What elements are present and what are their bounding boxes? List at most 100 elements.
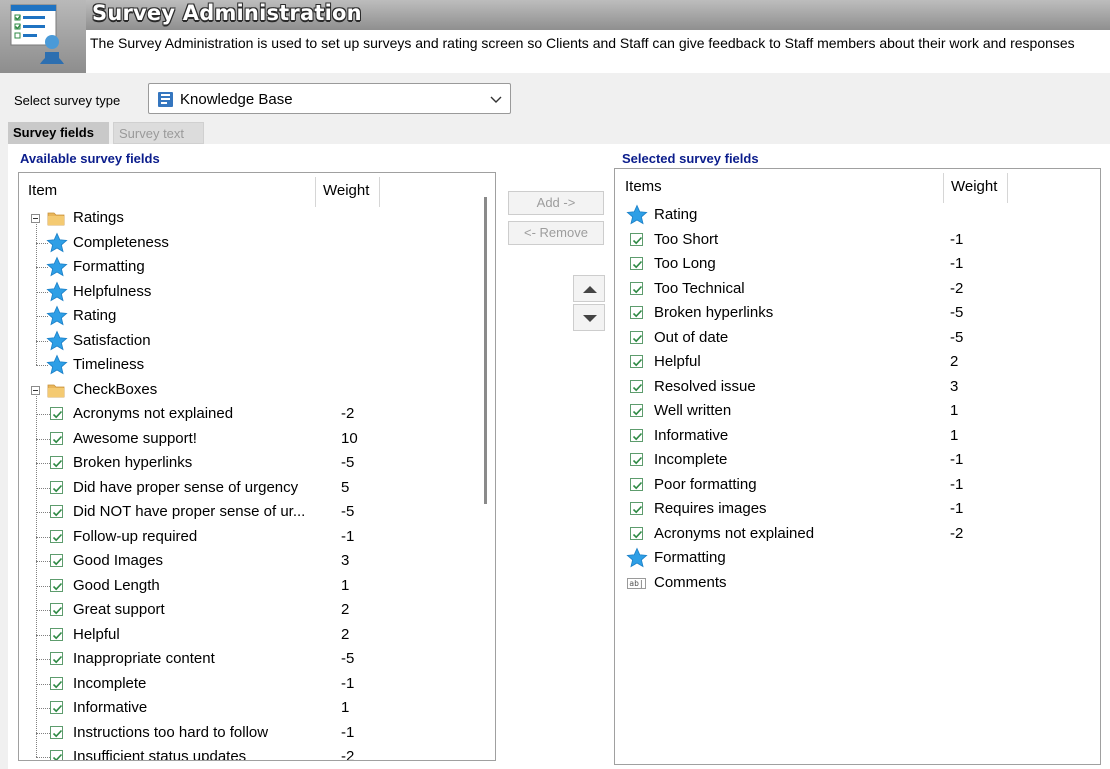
tree-item[interactable]: Awesome support! [73, 427, 197, 451]
checkbox-icon [50, 725, 63, 739]
tree-item[interactable]: Completeness [73, 231, 169, 255]
tab-survey-fields[interactable]: Survey fields [8, 122, 109, 144]
tree-item[interactable]: Did have proper sense of urgency [73, 476, 298, 500]
tree-item[interactable]: Good Images [73, 549, 163, 573]
tree-item[interactable]: Helpful [73, 623, 120, 647]
tree-item[interactable]: Informative [73, 696, 147, 720]
selected-item[interactable]: Broken hyperlinks [654, 301, 773, 325]
item-weight: 5 [341, 478, 350, 496]
checkbox-icon [630, 281, 643, 295]
survey-type-label: Select survey type [14, 93, 121, 108]
tree-item[interactable]: Insufficient status updates [73, 745, 246, 760]
checkbox-icon [630, 306, 643, 319]
selected-item[interactable]: Informative [654, 424, 728, 448]
selected-item[interactable]: Incomplete [654, 448, 727, 472]
item-weight: -1 [950, 230, 964, 248]
checkbox-icon [630, 404, 643, 417]
tree-connector [36, 683, 50, 685]
selected-fields-label: Selected survey fields [622, 151, 759, 166]
item-weight: -2 [341, 748, 355, 761]
item-weight: -1 [950, 500, 964, 517]
move-up-button[interactable] [573, 275, 605, 302]
tree-group-label[interactable]: CheckBoxes [73, 378, 157, 402]
checkbox-icon [50, 456, 63, 469]
tree-item[interactable]: Acronyms not explained [73, 402, 233, 426]
tree-item[interactable]: Inappropriate content [73, 647, 215, 671]
selected-item[interactable]: Requires images [654, 497, 767, 521]
item-weight: -5 [950, 328, 964, 346]
selected-item[interactable]: Too Technical [654, 277, 745, 301]
item-weight: -2 [950, 279, 964, 297]
selected-item[interactable]: Comments [654, 571, 727, 595]
selected-fields-list[interactable]: Items Weight Rating Too Short -1 Too Long -1… [614, 168, 1101, 765]
tree-item[interactable]: Great support [73, 598, 165, 622]
checkbox-icon [50, 627, 63, 641]
tree-item[interactable]: Broken hyperlinks [73, 451, 192, 475]
tree-connector [36, 536, 50, 538]
collapse-toggle[interactable] [31, 214, 40, 223]
item-weight: -1 [950, 255, 964, 272]
arrow-down-icon [583, 315, 597, 322]
tree-connector [36, 561, 50, 562]
vertical-scrollbar[interactable] [479, 175, 493, 760]
selected-item[interactable]: Rating [654, 203, 697, 227]
column-header-item[interactable]: Item [28, 182, 57, 199]
survey-type-select[interactable]: Knowledge Base [148, 83, 511, 114]
tab-survey-text[interactable]: Survey text [113, 122, 204, 144]
checkbox-icon [50, 676, 63, 690]
move-down-button[interactable] [573, 304, 605, 331]
remove-button[interactable]: <- Remove [508, 221, 604, 245]
column-divider[interactable] [943, 173, 944, 203]
selected-item[interactable]: Out of date [654, 326, 728, 350]
selected-item[interactable]: Poor formatting [654, 473, 757, 497]
folder-icon [47, 211, 65, 226]
tree-item[interactable]: Good Length [73, 574, 160, 598]
available-fields-tree[interactable]: Item Weight Ratings Completeness Formattin… [18, 172, 496, 761]
item-weight: 3 [341, 552, 350, 569]
selected-item[interactable]: Resolved issue [654, 375, 756, 399]
add-button[interactable]: Add -> [508, 191, 604, 215]
selected-item[interactable]: Too Short [654, 228, 718, 252]
selected-item[interactable]: Well written [654, 399, 731, 423]
tree-item[interactable]: Satisfaction [73, 329, 151, 353]
column-divider[interactable] [1007, 173, 1008, 203]
column-header-weight[interactable]: Weight [323, 182, 369, 199]
text-field-icon: ab| [627, 577, 646, 589]
item-weight: -5 [950, 304, 964, 321]
tree-group-label[interactable]: Ratings [73, 206, 124, 230]
selected-item[interactable]: Formatting [654, 546, 726, 570]
checkbox-icon [630, 379, 643, 393]
tree-item[interactable]: Formatting [73, 255, 145, 279]
item-weight: 1 [341, 576, 350, 594]
star-icon [46, 281, 68, 303]
header: Survey Administration The Survey Adminis… [0, 0, 1110, 73]
checkbox-icon [50, 554, 63, 567]
tree-item[interactable]: Rating [73, 304, 116, 328]
item-weight: -1 [341, 674, 355, 692]
tree-item[interactable]: Follow-up required [73, 525, 197, 549]
checkbox-icon [50, 505, 63, 518]
tree-connector [36, 512, 50, 513]
column-divider[interactable] [315, 177, 316, 207]
tree-item[interactable]: Timeliness [73, 353, 144, 377]
scrollbar-thumb[interactable] [484, 197, 487, 504]
tree-item[interactable]: Incomplete [73, 672, 146, 696]
tree-item[interactable]: Instructions too hard to follow [73, 721, 268, 745]
selected-item[interactable]: Acronyms not explained [654, 522, 814, 546]
checkbox-icon [50, 529, 63, 543]
item-weight: -1 [950, 475, 964, 493]
column-header-weight[interactable]: Weight [951, 178, 997, 195]
column-header-items[interactable]: Items [625, 178, 662, 195]
collapse-toggle[interactable] [31, 385, 40, 395]
selected-item[interactable]: Too Long [654, 252, 716, 276]
chevron-down-icon[interactable] [490, 93, 502, 105]
item-weight: 1 [950, 426, 959, 444]
tree-item[interactable]: Did NOT have proper sense of ur... [73, 500, 305, 524]
page-description: The Survey Administration is used to set… [90, 35, 1075, 51]
item-weight: -1 [341, 723, 355, 741]
column-divider[interactable] [379, 177, 380, 207]
tree-item[interactable]: Helpfulness [73, 280, 151, 304]
selected-item[interactable]: Helpful [654, 350, 701, 374]
checkbox-icon [630, 257, 643, 270]
tree-connector [36, 487, 50, 489]
